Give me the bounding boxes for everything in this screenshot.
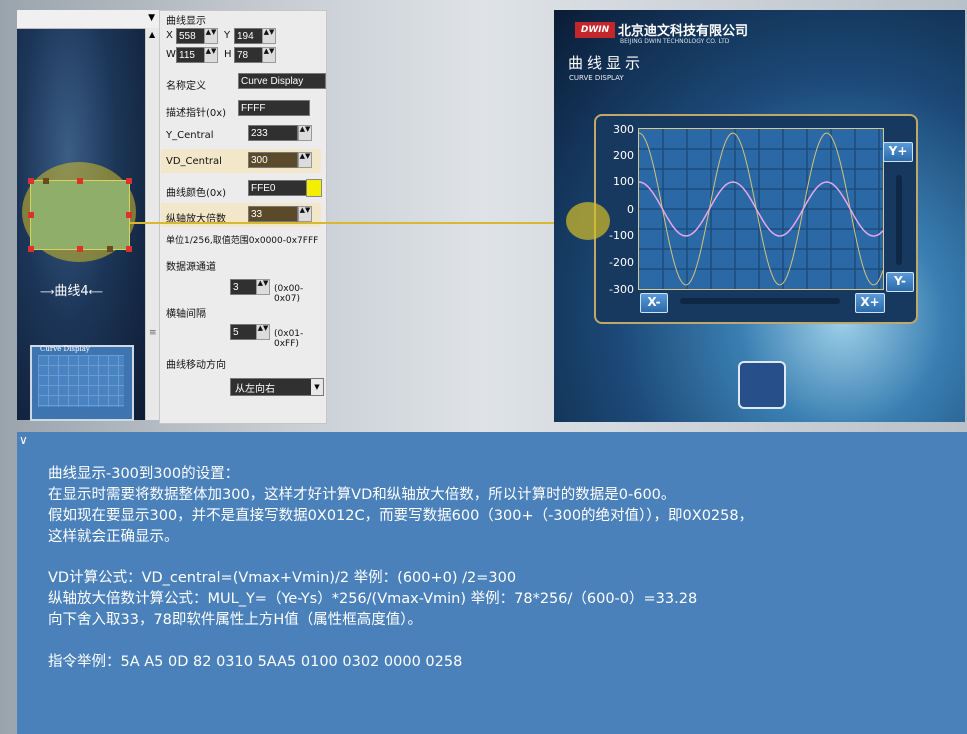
channel-spinner[interactable]: ▲▼ [256, 279, 270, 295]
xgap-input[interactable] [230, 324, 258, 340]
chevron-down-icon[interactable]: ▼ [148, 13, 155, 23]
direction-select[interactable]: 从左向右 ▼ [230, 378, 324, 396]
editor-scrollbar[interactable]: ▲ ≡ [145, 28, 160, 420]
company-name-en: BEIJING DWIN TECHNOLOGY CO. LTD [620, 38, 730, 45]
color-swatch[interactable] [306, 179, 322, 197]
note-line: 纵轴放大倍数计算公式：MUL_Y=（Ye-Ys）*256/(Vmax-Vmin)… [48, 591, 698, 607]
color-label: 曲线颜色(0x) [166, 188, 227, 199]
panel-collapse-icon[interactable]: ∨ [19, 433, 28, 447]
connector-line [130, 222, 594, 224]
resize-handle[interactable] [107, 246, 113, 252]
resize-handle[interactable] [126, 212, 132, 218]
y-plus-button[interactable]: Y+ [883, 142, 913, 162]
x-plus-button[interactable]: X+ [855, 293, 885, 313]
note-line: 在显示时需要将数据整体加300，这样才好计算VD和纵轴放大倍数，所以计算时的数据… [48, 487, 676, 503]
dwin-logo: DWIN [575, 22, 615, 38]
mini-curve-grid [38, 355, 124, 407]
x-minus-button[interactable]: X- [640, 293, 668, 313]
desc-input[interactable] [238, 100, 310, 116]
mul-spinner[interactable]: ▲▼ [298, 206, 312, 222]
curve-svg [639, 129, 883, 289]
selected-curve-widget[interactable] [28, 178, 132, 252]
vdcentral-spinner[interactable]: ▲▼ [298, 152, 312, 168]
note-line: 这样就会正确显示。 [48, 529, 179, 545]
arrow-left-icon: ⟵ [88, 287, 103, 298]
ycentral-input[interactable] [248, 125, 298, 141]
resize-handle[interactable] [77, 246, 83, 252]
note-line: VD计算公式：VD_central=(Vmax+Vmin)/2 举例：(600+… [48, 570, 517, 586]
x-spinner[interactable]: ▲▼ [204, 28, 218, 44]
properties-panel: 曲线显示 X ▲▼ Y ▲▼ W ▲▼ H ▲▼ 名称定义 描述指针(0x) Y… [159, 10, 327, 424]
company-name: 北京迪文科技有限公司 [618, 24, 749, 39]
props-header: 曲线显示 [166, 16, 206, 27]
origin-highlight [566, 202, 610, 240]
channel-label: 数据源通道 [166, 262, 216, 273]
y-tick-label: -200 [609, 256, 634, 269]
y-minus-button[interactable]: Y- [886, 272, 914, 292]
unit-note: 单位1/256,取值范围0x0000-0x7FFF [166, 236, 319, 246]
xgap-range: (0x01-0xFF) [274, 329, 304, 349]
y-input[interactable] [234, 28, 264, 44]
mini-panel-title: Curve Display [40, 345, 90, 353]
canvas-label-text: 曲线4 [54, 284, 89, 299]
x-label: X [166, 30, 173, 41]
xgap-label: 横轴间隔 [166, 309, 206, 320]
vertical-slider[interactable] [896, 175, 902, 265]
preview-title: 曲线显示 [568, 54, 645, 72]
x-input[interactable] [176, 28, 206, 44]
vdcentral-label: VD_Central [166, 156, 222, 167]
y-tick-label: 200 [613, 149, 634, 162]
curve-plot-area [638, 128, 884, 290]
arrow-right-icon: ⟶ [40, 287, 55, 298]
mini-curve-panel[interactable]: Curve Display [30, 345, 134, 421]
channel-range: (0x00-0x07) [274, 284, 304, 304]
h-label: H [224, 49, 232, 60]
direction-value: 从左向右 [235, 384, 275, 395]
chevron-down-icon[interactable]: ▼ [311, 379, 323, 395]
preview-key-button[interactable] [738, 361, 786, 409]
resize-handle[interactable] [28, 246, 34, 252]
xgap-spinner[interactable]: ▲▼ [256, 324, 270, 340]
y-tick-label: -300 [609, 283, 634, 296]
desc-label: 描述指针(0x) [166, 108, 227, 119]
dir-label: 曲线移动方向 [166, 360, 226, 371]
resize-handle[interactable] [28, 178, 34, 184]
note-line: 曲线显示-300到300的设置： [48, 466, 240, 482]
channel-input[interactable] [230, 279, 258, 295]
note-line: 假如现在要显示300，并不是直接写数据0X012C，而要写数据600（300+（… [48, 508, 754, 524]
vdcentral-input[interactable] [248, 152, 298, 168]
resize-handle[interactable] [126, 246, 132, 252]
ycentral-label: Y_Central [166, 130, 214, 141]
y-tick-label: 300 [613, 123, 634, 136]
resize-handle[interactable] [126, 178, 132, 184]
w-spinner[interactable]: ▲▼ [204, 47, 218, 63]
y-label: Y [224, 30, 231, 41]
w-label: W [166, 49, 176, 60]
resize-handle[interactable] [28, 212, 34, 218]
y-tick-label: 100 [613, 175, 634, 188]
horizontal-slider[interactable] [680, 298, 840, 304]
preview-subtitle: CURVE DISPLAY [569, 74, 624, 82]
editor-dropdown-bar[interactable]: ▼ [17, 10, 159, 29]
name-label: 名称定义 [166, 81, 206, 92]
scroll-up-icon[interactable]: ▲ [149, 30, 155, 39]
w-input[interactable] [176, 47, 206, 63]
h-spinner[interactable]: ▲▼ [262, 47, 276, 63]
resize-handle[interactable] [77, 178, 83, 184]
scroll-grip-icon[interactable]: ≡ [149, 328, 157, 338]
h-input[interactable] [234, 47, 264, 63]
resize-handle[interactable] [43, 178, 49, 184]
note-line: 指令举例：5A A5 0D 82 0310 5AA5 0100 0302 000… [48, 654, 463, 670]
ycentral-spinner[interactable]: ▲▼ [298, 125, 312, 141]
y-spinner[interactable]: ▲▼ [262, 28, 276, 44]
note-line: 向下舍入取33，78即软件属性上方H值（属性框高度值）。 [48, 612, 423, 628]
color-input[interactable] [248, 180, 308, 196]
mul-input[interactable] [248, 206, 298, 222]
name-input[interactable] [238, 73, 326, 89]
canvas-curve-label: ⟶曲线4⟵ [40, 280, 103, 299]
